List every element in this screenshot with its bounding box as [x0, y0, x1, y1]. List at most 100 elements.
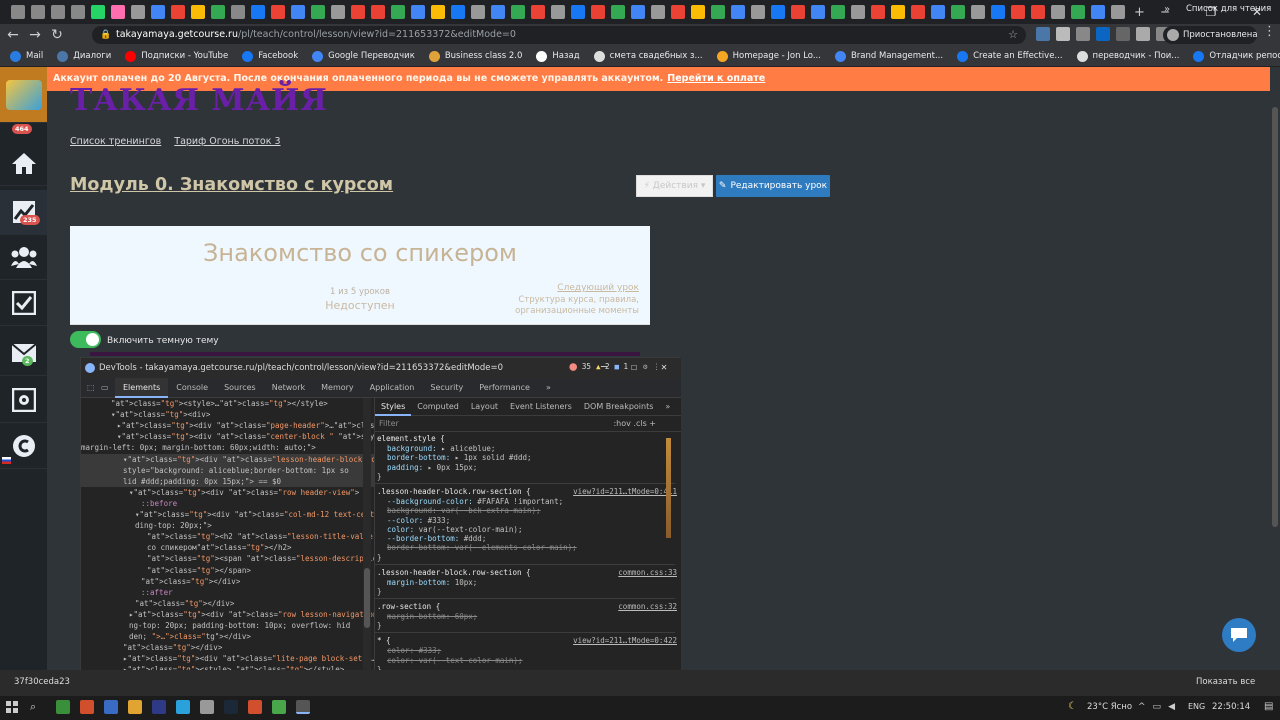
- dom-node-line[interactable]: ▾"at">class="tg"><div "at">class="col-md…: [81, 509, 374, 520]
- inspect-element-icon[interactable]: ⬚: [87, 383, 101, 392]
- tab-favicon-icon[interactable]: [71, 5, 85, 19]
- tab-favicon-icon[interactable]: [171, 5, 185, 19]
- extension-icon[interactable]: [1116, 27, 1130, 41]
- tab-favicon-icon[interactable]: [671, 5, 685, 19]
- dom-node-line[interactable]: "at">class="tg"></div>: [81, 642, 374, 653]
- bookmark-item[interactable]: Create an Effective...: [957, 50, 1063, 62]
- language-flag-icon[interactable]: [2, 457, 11, 464]
- tab-favicon-icon[interactable]: [551, 5, 565, 19]
- dom-node-line[interactable]: ▾"at">class="tg"><div>: [81, 409, 374, 420]
- sidebar-item-users[interactable]: [0, 235, 47, 280]
- taskbar-app-icon[interactable]: [104, 700, 118, 714]
- tab-favicon-icon[interactable]: [431, 5, 445, 19]
- tab-favicon-icon[interactable]: [991, 5, 1005, 19]
- bookmarks-overflow-icon[interactable]: »: [1164, 4, 1170, 15]
- tab-favicon-icon[interactable]: [411, 5, 425, 19]
- taskbar-app-icon[interactable]: [272, 700, 286, 714]
- css-rule-source-link[interactable]: common.css:33: [618, 568, 677, 577]
- tab-application[interactable]: Application: [362, 378, 423, 398]
- css-rule-selector[interactable]: element.style {: [377, 434, 667, 444]
- edit-lesson-button[interactable]: ✎ Редактировать урок: [716, 175, 830, 197]
- dom-node-line[interactable]: den; ">…">class="tg"></div>: [81, 631, 374, 642]
- css-rule-source-link[interactable]: view?id=211…tMode=0:422: [573, 636, 677, 645]
- tab-favicon-icon[interactable]: [251, 5, 265, 19]
- bookmark-item[interactable]: Google Переводчик: [312, 50, 415, 62]
- breadcrumb-trainings-link[interactable]: Список тренингов: [70, 136, 161, 147]
- tab-elements[interactable]: Elements: [115, 377, 169, 398]
- tab-favicon-icon[interactable]: [271, 5, 285, 19]
- bookmark-item[interactable]: Homepage - Jon Lo...: [716, 50, 821, 62]
- tab-favicon-icon[interactable]: [491, 5, 505, 19]
- taskbar-app-icon[interactable]: [200, 700, 214, 714]
- tab-favicon-icon[interactable]: [691, 5, 705, 19]
- taskbar-app-icon[interactable]: [56, 700, 70, 714]
- tab-more[interactable]: »: [538, 378, 559, 398]
- tab-favicon-icon[interactable]: [1111, 5, 1125, 19]
- dom-node-line[interactable]: ::before: [81, 498, 374, 509]
- dom-node-line[interactable]: "at">class="tg"></div>: [81, 598, 374, 609]
- tab-favicon-icon[interactable]: [531, 5, 545, 19]
- dom-node-line[interactable]: "at">class="tg"><h2 "at">class="lesson-t…: [81, 531, 374, 542]
- tab-favicon-icon[interactable]: [331, 5, 345, 19]
- sidebar-item-stats[interactable]: [0, 190, 47, 235]
- dom-tree-scrollbar-thumb[interactable]: [364, 568, 370, 628]
- tab-favicon-icon[interactable]: [1051, 5, 1065, 19]
- styles-filter-toggles[interactable]: :hov .cls +: [613, 416, 656, 432]
- bookmark-item[interactable]: Mail: [10, 50, 43, 62]
- dom-node-line[interactable]: "at">class="tg"><style>…"at">class="tg">…: [81, 398, 374, 409]
- page-scrollbar-thumb[interactable]: [1272, 107, 1278, 527]
- tab-favicon-icon[interactable]: [1071, 5, 1085, 19]
- css-rule-source-link[interactable]: common.css:32: [618, 602, 677, 611]
- linkedin-icon[interactable]: [1096, 27, 1110, 41]
- show-all-downloads-button[interactable]: Показать все: [1196, 677, 1255, 687]
- dom-node-line[interactable]: ▸"at">class="tg"><div "at">class="page-h…: [81, 420, 374, 431]
- chrome-icon[interactable]: [128, 700, 142, 714]
- css-rule-source-link[interactable]: view?id=211…tMode=0:411: [573, 487, 677, 496]
- taskbar-app-icon[interactable]: [80, 700, 94, 714]
- tab-favicon-icon[interactable]: [351, 5, 365, 19]
- dom-node-line[interactable]: ▸"at">class="tg"><div "at">class="lite-p…: [81, 653, 374, 664]
- tab-favicon-icon[interactable]: [651, 5, 665, 19]
- steam-icon[interactable]: [224, 700, 238, 714]
- tab-memory[interactable]: Memory: [313, 378, 362, 398]
- tab-favicon-icon[interactable]: [791, 5, 805, 19]
- tab-favicon-icon[interactable]: [371, 5, 385, 19]
- dom-node-line[interactable]: ▾"at">class="tg"><div "at">class="center…: [81, 431, 374, 442]
- tab-favicon-icon[interactable]: [451, 5, 465, 19]
- sidebar-item-home[interactable]: [0, 141, 47, 186]
- tab-favicon-icon[interactable]: [391, 5, 405, 19]
- actions-dropdown-button[interactable]: ⚡ Действия ▾: [636, 175, 713, 197]
- forward-button[interactable]: →: [24, 27, 46, 43]
- dark-theme-toggle[interactable]: [70, 331, 101, 348]
- extension-icon[interactable]: [1036, 27, 1050, 41]
- device-toggle-icon[interactable]: ▭: [101, 383, 115, 392]
- sidebar-item-settings[interactable]: [0, 378, 47, 423]
- bookmark-star-icon[interactable]: ☆: [1008, 26, 1018, 44]
- reload-button[interactable]: ↻: [46, 27, 68, 43]
- page-scrollbar[interactable]: [1270, 67, 1280, 696]
- lesson-page-title[interactable]: Модуль 0. Знакомство с курсом: [70, 175, 393, 195]
- tab-favicon-icon[interactable]: [591, 5, 605, 19]
- taskbar-clock[interactable]: 22:50:14: [1212, 702, 1250, 712]
- bookmark-item[interactable]: Brand Management...: [834, 50, 943, 62]
- bookmark-item[interactable]: смета свадебных з...: [593, 50, 703, 62]
- tab-favicon-icon[interactable]: [731, 5, 745, 19]
- tab-favicon-icon[interactable]: [131, 5, 145, 19]
- tab-favicon-icon[interactable]: [151, 5, 165, 19]
- tab-favicon-icon[interactable]: [891, 5, 905, 19]
- styles-tab[interactable]: Event Listeners: [504, 402, 578, 411]
- tab-favicon-icon[interactable]: [911, 5, 925, 19]
- bookmark-item[interactable]: Business class 2.0: [428, 50, 522, 62]
- tab-favicon-icon[interactable]: [471, 5, 485, 19]
- tab-security[interactable]: Security: [422, 378, 471, 398]
- tab-favicon-icon[interactable]: [1031, 5, 1045, 19]
- sidebar-item-messages[interactable]: [0, 331, 47, 376]
- chat-widget-button[interactable]: [1222, 618, 1256, 652]
- address-bar[interactable]: 🔒 takayamaya.getcourse.ru/pl/teach/contr…: [92, 26, 1026, 44]
- notification-icon[interactable]: ▤: [1264, 701, 1273, 712]
- tab-network[interactable]: Network: [264, 378, 313, 398]
- extension-icon[interactable]: [1076, 27, 1090, 41]
- tab-favicon-icon[interactable]: [771, 5, 785, 19]
- dom-node-line[interactable]: со спикером"at">class="tg"></h2>: [81, 542, 374, 553]
- tab-favicon-icon[interactable]: [571, 5, 585, 19]
